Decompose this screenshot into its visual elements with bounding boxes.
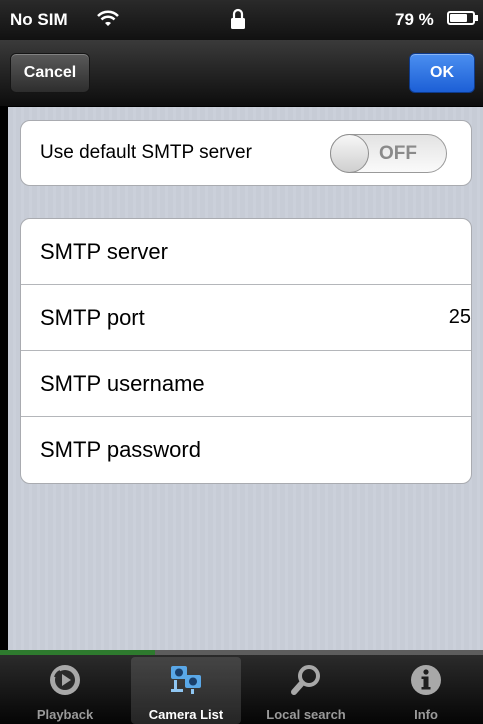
default-smtp-toggle[interactable]: OFF <box>330 134 447 173</box>
tab-local-search-label: Local search <box>266 707 346 722</box>
smtp-password-label: SMTP password <box>40 437 201 462</box>
search-icon <box>291 665 320 695</box>
tab-info[interactable]: Info <box>371 657 481 724</box>
smtp-server-label: SMTP server <box>40 238 168 264</box>
status-bar: No SIM 79 % <box>0 0 483 40</box>
smtp-username-row[interactable]: SMTP username <box>21 351 471 417</box>
info-icon <box>411 665 441 695</box>
tab-camera-list-label: Camera List <box>148 707 224 722</box>
toggle-state-label: OFF <box>379 143 417 164</box>
smtp-password-row[interactable]: SMTP password <box>21 417 471 483</box>
tab-local-search[interactable]: Local search <box>251 657 361 724</box>
smtp-port-row[interactable]: SMTP port 25 <box>21 285 471 351</box>
carrier-label: No SIM <box>10 10 68 29</box>
cancel-button[interactable]: Cancel <box>10 53 90 93</box>
wifi-icon <box>97 10 119 26</box>
tab-playback[interactable]: Playback <box>10 657 120 724</box>
battery-percent: 79 % <box>395 10 434 29</box>
navigation-bar: Cancel OK <box>0 40 483 107</box>
tab-info-label: Info <box>414 707 438 722</box>
tab-bar: Playback Camera List Local search Info <box>0 655 483 724</box>
default-smtp-label: Use default SMTP server <box>40 142 252 163</box>
ok-button[interactable]: OK <box>409 53 475 93</box>
smtp-settings-group: SMTP server SMTP port 25 SMTP username S… <box>20 218 472 484</box>
tab-playback-label: Playback <box>36 707 94 722</box>
battery-nub <box>475 15 478 21</box>
smtp-port-label: SMTP port <box>40 304 145 330</box>
camera-list-icon <box>171 666 201 694</box>
toggle-knob <box>330 134 369 173</box>
battery-icon <box>447 11 475 25</box>
default-smtp-group: Use default SMTP server OFF <box>20 120 472 186</box>
battery-fill <box>450 14 468 22</box>
smtp-server-row[interactable]: SMTP server <box>21 219 471 285</box>
tab-camera-list[interactable]: Camera List <box>131 657 241 724</box>
lock-icon <box>231 8 245 29</box>
smtp-port-value: 25 <box>448 306 471 328</box>
playback-icon <box>50 665 80 695</box>
settings-panel: Use default SMTP server OFF SMTP server … <box>8 107 483 652</box>
smtp-username-label: SMTP username <box>40 370 205 396</box>
